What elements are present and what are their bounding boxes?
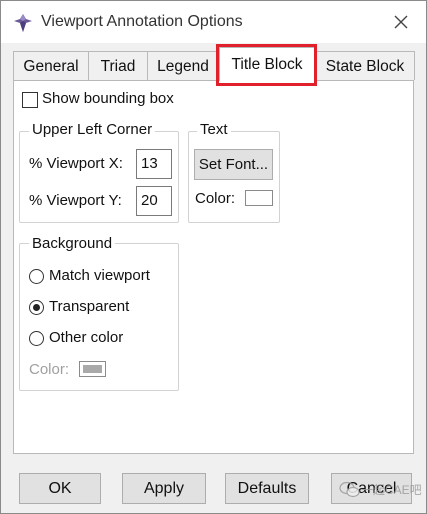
tab-legend[interactable]: Legend	[147, 51, 219, 80]
show-bounding-box-label: Show bounding box	[42, 90, 174, 107]
close-icon[interactable]	[390, 11, 412, 33]
ok-button[interactable]: OK	[19, 473, 101, 504]
viewport-annotation-options-dialog: Viewport Annotation Options General Tria…	[0, 0, 427, 514]
wechat-icon	[339, 481, 360, 498]
title-bar: Viewport Annotation Options	[1, 1, 426, 43]
defaults-button[interactable]: Defaults	[225, 473, 309, 504]
background-group-title: Background	[29, 235, 116, 252]
radio-selected-dot	[33, 304, 40, 311]
watermark: 一起CAE吧	[339, 479, 422, 501]
tab-general[interactable]: General	[13, 51, 89, 80]
tab-title-block-label: Title Block	[231, 56, 303, 73]
text-color-swatch[interactable]	[245, 190, 273, 206]
abaqus-logo-icon	[14, 14, 32, 32]
tab-title-block[interactable]: Title Block	[219, 47, 315, 81]
viewport-y-label: % Viewport Y:	[29, 192, 122, 209]
viewport-y-input[interactable]: 20	[136, 186, 172, 216]
tab-triad[interactable]: Triad	[88, 51, 148, 80]
upper-left-corner-title: Upper Left Corner	[29, 121, 156, 138]
set-font-button[interactable]: Set Font...	[194, 149, 273, 180]
viewport-x-label: % Viewport X:	[29, 155, 123, 172]
viewport-x-input[interactable]: 13	[136, 149, 172, 179]
apply-button[interactable]: Apply	[122, 473, 206, 504]
text-group-title: Text	[197, 121, 231, 138]
match-viewport-radio[interactable]	[29, 269, 44, 284]
window-title: Viewport Annotation Options	[41, 13, 243, 30]
text-color-label: Color:	[195, 190, 236, 207]
match-viewport-label: Match viewport	[49, 267, 150, 284]
watermark-text: 一起CAE吧	[361, 483, 422, 497]
tab-triad-label: Triad	[100, 58, 136, 75]
background-color-label: Color:	[29, 361, 70, 378]
tab-state-block[interactable]: State Block	[315, 51, 415, 80]
transparent-label: Transparent	[49, 298, 130, 315]
tab-legend-label: Legend	[157, 58, 209, 75]
tab-state-block-label: State Block	[325, 58, 405, 75]
background-color-fill	[83, 365, 102, 373]
tab-general-label: General	[23, 58, 79, 75]
other-color-label: Other color	[49, 329, 124, 346]
background-color-swatch	[79, 361, 106, 377]
other-color-radio[interactable]	[29, 331, 44, 346]
show-bounding-box-checkbox[interactable]	[22, 92, 38, 108]
transparent-radio[interactable]	[29, 300, 44, 315]
